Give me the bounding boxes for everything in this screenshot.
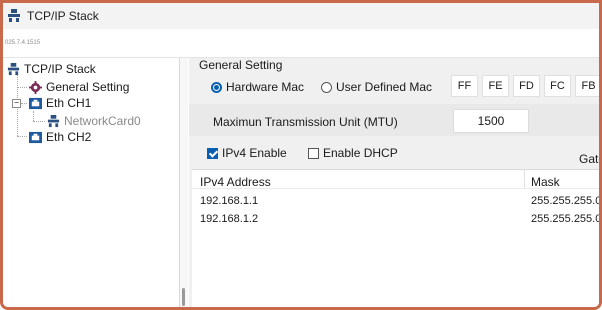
- mtu-label: Maximun Transmission Unit (MTU): [213, 115, 398, 129]
- ethernet-port-icon: [29, 131, 42, 144]
- tree-line: [33, 111, 34, 121]
- column-separator[interactable]: [524, 170, 525, 188]
- tree-item-networkcard0[interactable]: NetworkCard0: [47, 113, 141, 129]
- version-label: 025.7.4.1515: [5, 40, 41, 46]
- mac-byte-field[interactable]: FF: [451, 75, 478, 97]
- mac-byte-field[interactable]: FB: [575, 75, 599, 97]
- radio-hardware-mac[interactable]: Hardware Mac: [211, 80, 304, 94]
- mac-byte-field[interactable]: FE: [482, 75, 509, 97]
- ethernet-port-icon: [29, 97, 42, 110]
- radio-unselected-icon: [321, 81, 332, 93]
- mac-byte-field[interactable]: FD: [513, 75, 540, 97]
- app-window: TCP/IP Stack 025.7.4.1515 TCP/IP Stack G…: [0, 0, 602, 310]
- tree-item-label: General Setting: [46, 80, 130, 94]
- window-title: TCP/IP Stack: [27, 9, 99, 23]
- tree-line: [17, 136, 27, 137]
- radio-label: Hardware Mac: [226, 80, 305, 94]
- collapse-toggle[interactable]: −: [12, 99, 21, 108]
- network-card-icon: [47, 114, 60, 128]
- title-bar: TCP/IP Stack: [3, 3, 599, 29]
- checkbox-unchecked-icon: [308, 147, 319, 159]
- window-top-border: [0, 0, 602, 3]
- header-divider: [192, 188, 599, 189]
- checkbox-ipv4-enable[interactable]: IPv4 Enable: [207, 146, 287, 160]
- radio-label: User Defined Mac: [336, 80, 433, 94]
- checkbox-label: IPv4 Enable: [222, 146, 287, 160]
- tree-scrollbar[interactable]: [180, 58, 188, 307]
- tree-item-label: Eth CH1: [46, 96, 92, 110]
- mask-cell: 255.255.255.0: [531, 213, 602, 225]
- tree-line: [21, 103, 27, 104]
- checkbox-checked-icon: [207, 147, 218, 159]
- group-label-general-setting: General Setting: [199, 58, 283, 72]
- tree-item-eth-ch2[interactable]: Eth CH2: [29, 129, 91, 145]
- tree-item-eth-ch1[interactable]: Eth CH1: [29, 95, 91, 111]
- radio-user-defined-mac[interactable]: User Defined Mac: [321, 80, 432, 94]
- gateway-label: Gate: [579, 152, 599, 166]
- tree-item-tcpip-stack[interactable]: TCP/IP Stack: [7, 61, 96, 77]
- config-tree: TCP/IP Stack General Setting − Eth CH1 N…: [3, 58, 180, 307]
- gear-icon: [29, 80, 42, 94]
- column-header-ipv4-address[interactable]: IPv4 Address: [200, 175, 271, 189]
- mask-cell: 255.255.255.0: [531, 195, 602, 207]
- tree-item-label: TCP/IP Stack: [24, 62, 96, 76]
- checkbox-label: Enable DHCP: [323, 146, 398, 160]
- scrollbar-thumb[interactable]: [182, 288, 185, 306]
- column-header-mask[interactable]: Mask: [531, 175, 560, 189]
- version-bar: 025.7.4.1515: [3, 29, 599, 58]
- checkbox-enable-dhcp[interactable]: Enable DHCP: [308, 146, 398, 160]
- ipv4-address-cell: 192.168.1.2: [200, 213, 259, 225]
- tree-line: [17, 87, 27, 88]
- ipv4-address-cell: 192.168.1.1: [200, 195, 259, 207]
- tree-item-general-setting[interactable]: General Setting: [29, 79, 129, 95]
- tree-item-label: Eth CH2: [46, 130, 92, 144]
- mtu-input[interactable]: 1500: [453, 109, 529, 133]
- mac-byte-field[interactable]: FC: [544, 75, 571, 97]
- settings-panel: General Setting Hardware Mac User Define…: [189, 58, 602, 307]
- ipv4-address-table: IPv4 Address Mask 192.168.1.1 255.255.25…: [192, 169, 602, 307]
- network-stack-icon: [7, 9, 21, 23]
- network-stack-icon: [7, 62, 20, 76]
- radio-selected-icon: [211, 81, 222, 93]
- tree-item-label: NetworkCard0: [64, 114, 141, 128]
- tree-line: [33, 121, 45, 122]
